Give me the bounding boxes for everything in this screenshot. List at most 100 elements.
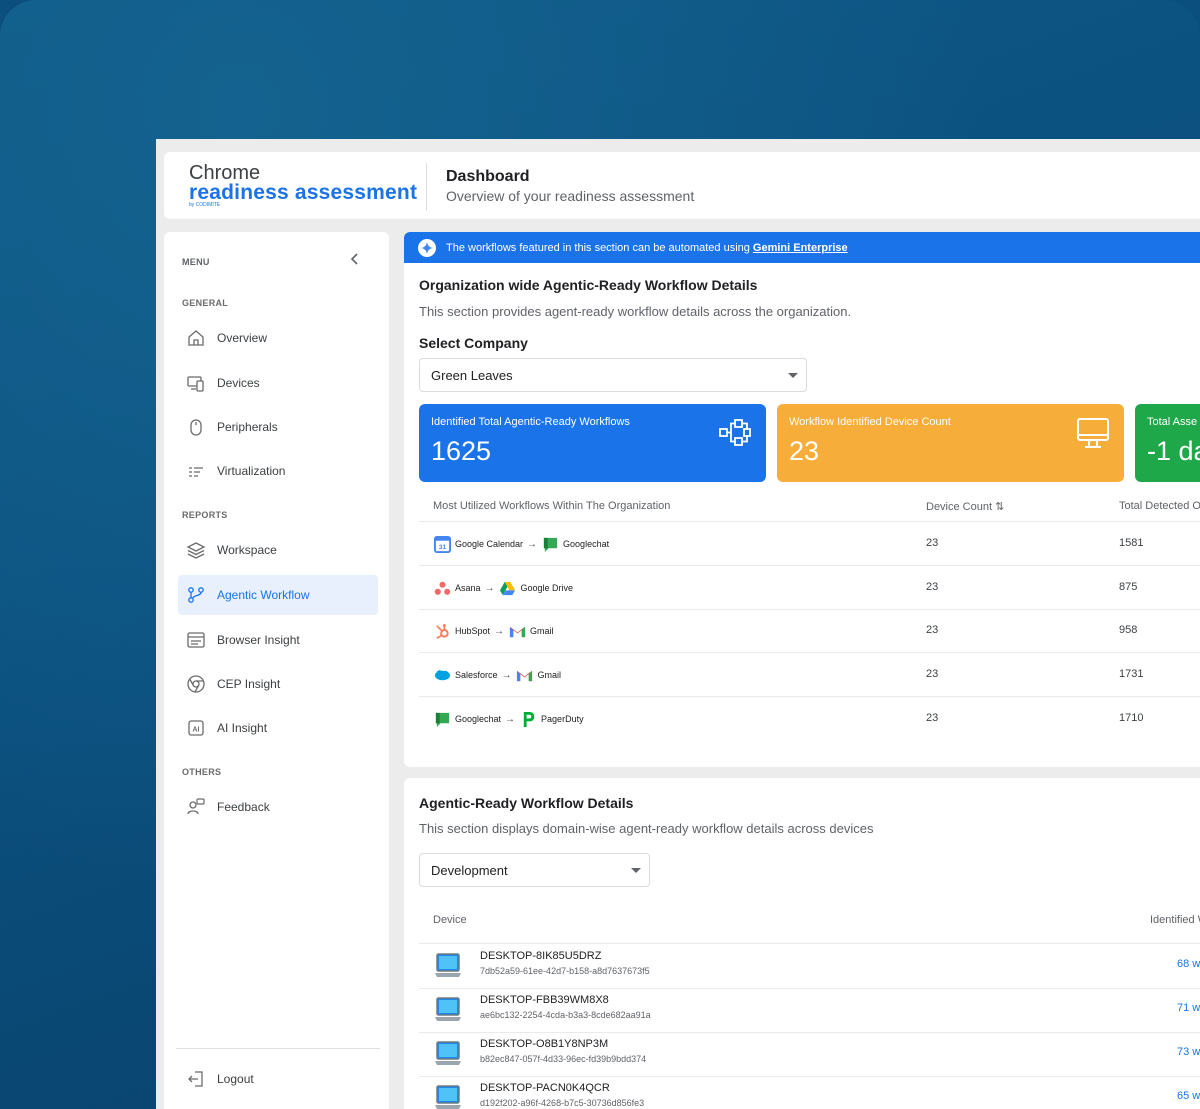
- arrow-right-icon: →: [501, 669, 512, 681]
- sidebar-item-ai-insight[interactable]: AI AI Insight: [178, 708, 378, 748]
- col-header-workflow: Most Utilized Workflows Within The Organ…: [433, 500, 671, 512]
- caret-down-icon: [631, 868, 641, 873]
- app-window: Chrome readiness assessment by CODIMITE …: [156, 139, 1200, 1109]
- chevron-left-icon[interactable]: [349, 252, 361, 269]
- table-row[interactable]: DESKTOP-O8B1Y8NP3M b82ec847-057f-4d33-96…: [419, 1032, 1200, 1076]
- banner-text: The workflows featured in this section c…: [446, 241, 750, 254]
- workflow-count-link[interactable]: 73 w: [1177, 1046, 1200, 1058]
- sidebar-item-virtualization[interactable]: Virtualization: [178, 451, 378, 491]
- googlechat-icon: [541, 535, 559, 553]
- table-divider: [419, 565, 1200, 566]
- sidebar-item-browser-insight[interactable]: Browser Insight: [178, 620, 378, 660]
- logo-readiness: readiness assessment: [189, 181, 418, 204]
- menu-label: MENU: [182, 257, 210, 267]
- device-id: b82ec847-057f-4d33-96ec-fd39b9bdd374: [480, 1054, 647, 1064]
- org-section-subtitle: This section provides agent-ready workfl…: [419, 304, 852, 319]
- domain-select-value: Development: [431, 862, 508, 878]
- section-general: GENERAL: [182, 298, 229, 308]
- table-row[interactable]: Googlechat → PagerDuty: [433, 710, 584, 728]
- stat-value: 1625: [431, 436, 492, 466]
- device-count-cell: 23: [926, 537, 939, 549]
- device-count-cell: 23: [926, 624, 939, 636]
- browser-icon: [186, 630, 206, 650]
- device-name: DESKTOP-PACN0K4QCR: [480, 1082, 610, 1094]
- workflow-graph-icon: [719, 419, 751, 446]
- table-row[interactable]: DESKTOP-FBB39WM8X8 ae6bc132-2254-4cda-b3…: [419, 988, 1200, 1032]
- workflow-to: Gmail: [537, 670, 562, 680]
- home-icon: [186, 328, 206, 348]
- company-select[interactable]: Green Leaves: [419, 358, 807, 392]
- sidebar-item-label: Feedback: [217, 800, 270, 814]
- table-row[interactable]: HubSpot → Gmail: [433, 622, 554, 640]
- devices-icon: [186, 373, 206, 393]
- laptop-icon: [435, 997, 461, 1021]
- col-header-device-count[interactable]: Device Count ⇅: [926, 500, 1004, 513]
- total-cell: 875: [1119, 581, 1138, 593]
- col-header-identified: Identified W: [1150, 914, 1200, 926]
- svg-text:AI: AI: [193, 727, 200, 734]
- gemini-enterprise-link[interactable]: Gemini Enterprise: [753, 242, 848, 254]
- workflow-from: HubSpot: [455, 626, 491, 636]
- device-count-cell: 23: [926, 668, 939, 680]
- salesforce-icon: [433, 666, 451, 684]
- sidebar-item-agentic-workflow[interactable]: Agentic Workflow: [178, 575, 378, 615]
- sidebar-item-devices[interactable]: Devices: [178, 363, 378, 403]
- device-section-subtitle: This section displays domain-wise agent-…: [419, 821, 874, 836]
- device-section-title: Agentic-Ready Workflow Details: [419, 795, 634, 811]
- col-header-total: Total Detected O: [1119, 500, 1200, 512]
- googlechat-icon: [433, 710, 451, 728]
- device-workflow-card: Agentic-Ready Workflow Details This sect…: [404, 778, 1200, 1109]
- table-divider: [419, 652, 1200, 653]
- workflow-count-link[interactable]: 65 w: [1177, 1090, 1200, 1102]
- svg-text:31: 31: [438, 544, 446, 551]
- sidebar-item-label: AI Insight: [217, 721, 268, 735]
- monitor-icon: [1077, 418, 1109, 448]
- workflow-from: Google Calendar: [455, 539, 524, 549]
- org-section-title: Organization wide Agentic-Ready Workflow…: [419, 277, 758, 293]
- table-row[interactable]: 31 Google Calendar → Googlechat: [433, 535, 609, 553]
- arrow-right-icon: →: [494, 625, 505, 637]
- workflow-count-link[interactable]: 68 w: [1177, 958, 1200, 970]
- section-reports: REPORTS: [182, 510, 228, 520]
- total-cell: 1710: [1119, 712, 1144, 724]
- table-row[interactable]: DESKTOP-8IK85U5DRZ 7db52a59-61ee-42d7-b1…: [419, 944, 1200, 988]
- device-name: DESKTOP-O8B1Y8NP3M: [480, 1038, 609, 1050]
- logout-button[interactable]: Logout: [178, 1059, 378, 1099]
- device-name: DESKTOP-8IK85U5DRZ: [480, 950, 602, 962]
- sidebar-item-label: CEP Insight: [217, 677, 281, 691]
- stat-value: -1 da: [1147, 436, 1200, 466]
- stat-label: Identified Total Agentic-Ready Workflows: [431, 416, 630, 428]
- google-drive-icon: [499, 579, 517, 597]
- domain-select[interactable]: Development: [419, 853, 650, 887]
- stat-card-device-count: Workflow Identified Device Count 23: [777, 404, 1124, 482]
- sidebar: MENU GENERAL Overview Devices Peripheral…: [164, 232, 389, 1109]
- workflow-count-link[interactable]: 71 w: [1177, 1002, 1200, 1014]
- col-header-device: Device: [433, 914, 467, 926]
- stat-card-total-assessment: Total Asse -1 da: [1135, 404, 1200, 482]
- table-row[interactable]: Salesforce → Gmail: [433, 666, 561, 684]
- table-divider: [419, 521, 1200, 522]
- logout-label: Logout: [217, 1072, 254, 1086]
- sidebar-item-overview[interactable]: Overview: [178, 318, 378, 358]
- table-row[interactable]: Asana → Google Drive: [433, 579, 573, 597]
- page-title: Dashboard: [446, 168, 530, 185]
- sidebar-item-feedback[interactable]: Feedback: [178, 787, 378, 827]
- logout-icon: [186, 1069, 206, 1089]
- workflow-from: Salesforce: [455, 670, 498, 680]
- app-logo[interactable]: Chrome readiness assessment by CODIMITE: [189, 162, 417, 208]
- device-count-cell: 23: [926, 712, 939, 724]
- sidebar-item-workspace[interactable]: Workspace: [178, 530, 378, 570]
- header-divider: [426, 163, 427, 211]
- sidebar-item-cep-insight[interactable]: CEP Insight: [178, 664, 378, 704]
- stat-label: Workflow Identified Device Count: [789, 416, 951, 428]
- gemini-banner: The workflows featured in this section c…: [404, 232, 1200, 263]
- sidebar-item-peripherals[interactable]: Peripherals: [178, 407, 378, 447]
- total-cell: 1581: [1119, 537, 1144, 549]
- table-divider: [419, 696, 1200, 697]
- workflow-to: Gmail: [530, 626, 554, 636]
- arrow-right-icon: →: [505, 713, 516, 725]
- stat-label: Total Asse: [1147, 416, 1198, 428]
- stat-value: 23: [789, 436, 820, 466]
- table-row[interactable]: DESKTOP-PACN0K4QCR d192f202-a96f-4268-b7…: [419, 1076, 1200, 1109]
- gmail-icon: [516, 666, 534, 684]
